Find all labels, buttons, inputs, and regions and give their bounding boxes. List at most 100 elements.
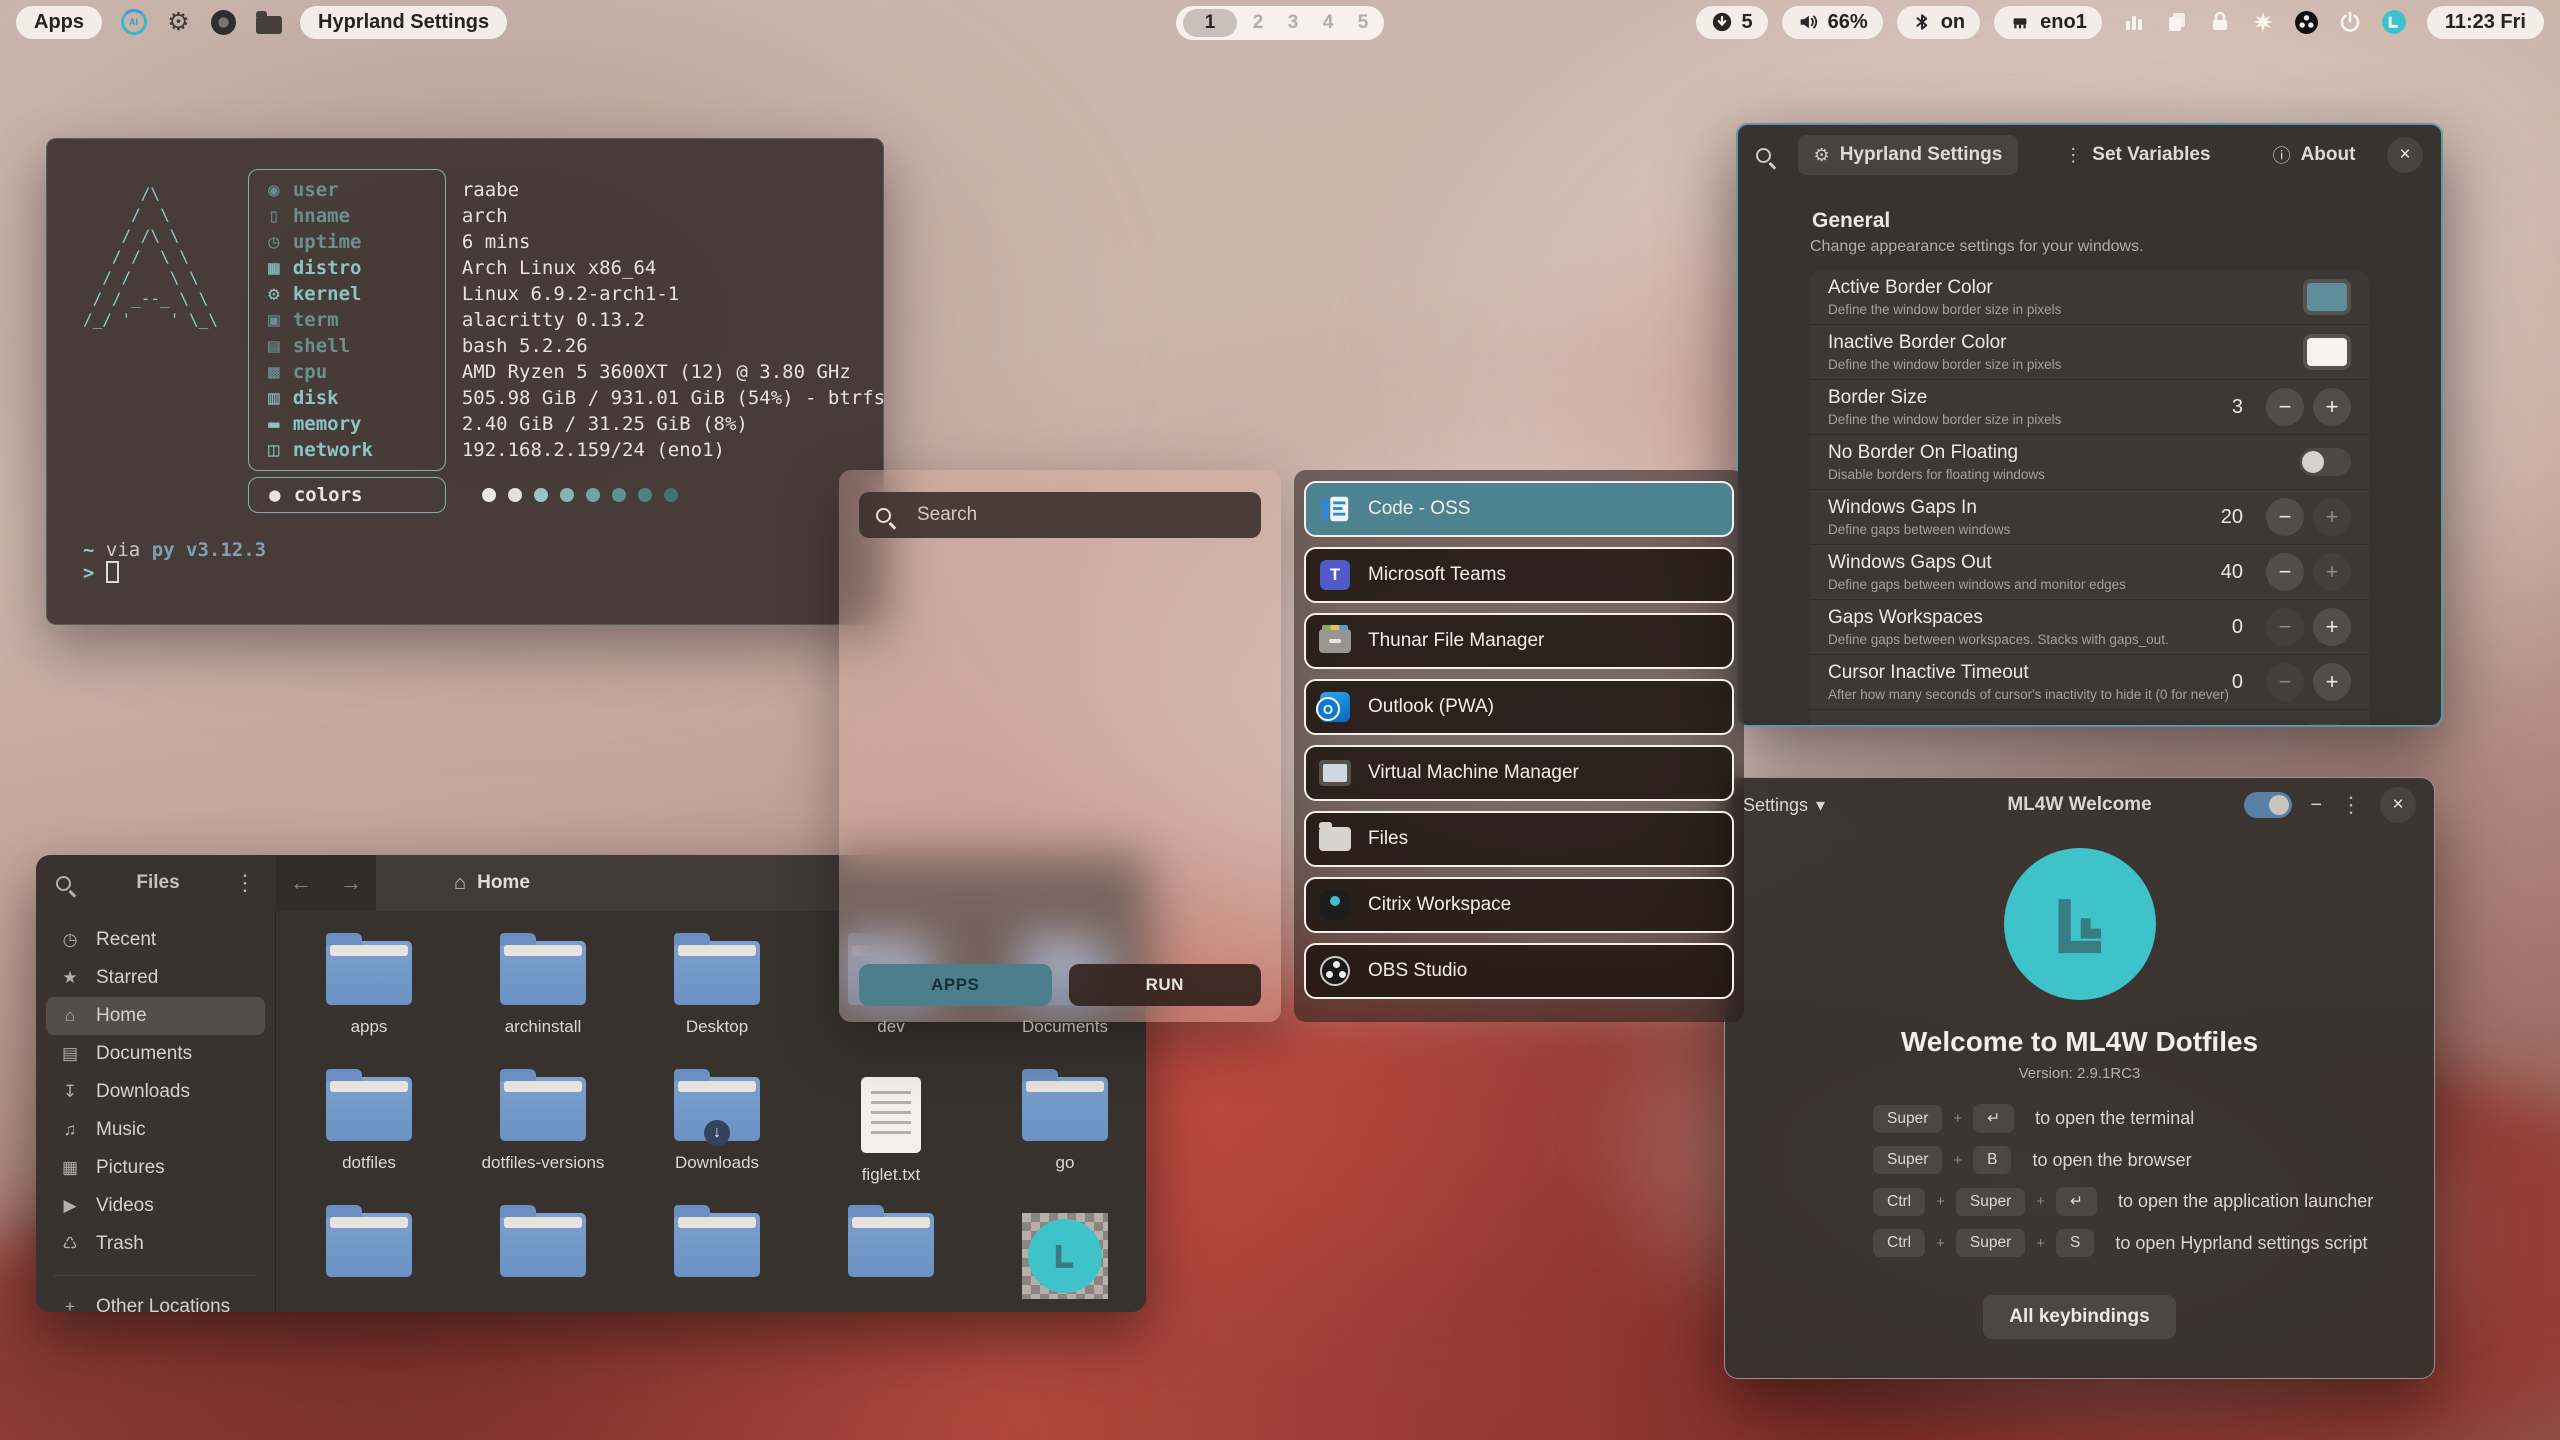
file-item-downloads[interactable]: ↓Downloads bbox=[630, 1077, 804, 1213]
tab-hyprland-settings[interactable]: ⚙Hyprland Settings bbox=[1798, 135, 2019, 175]
launcher-search-input[interactable]: Search bbox=[859, 492, 1261, 538]
forward-arrow-icon[interactable]: → bbox=[340, 870, 362, 896]
sidebar-item-other-locations[interactable]: +Other Locations bbox=[46, 1288, 265, 1312]
plus-button[interactable]: + bbox=[2313, 608, 2351, 646]
welcome-settings-menu[interactable]: Settings ▾ bbox=[1743, 795, 1825, 816]
inactive-border-color-swatch[interactable] bbox=[2303, 334, 2351, 370]
pictures-icon: ▦ bbox=[59, 1158, 81, 1178]
minus-button[interactable]: − bbox=[2266, 388, 2304, 426]
file-item-folder[interactable] bbox=[630, 1213, 804, 1312]
thunar-icon bbox=[1318, 624, 1352, 658]
launcher-item-outlook[interactable]: Outlook (PWA) bbox=[1304, 679, 1734, 735]
power-icon[interactable] bbox=[2338, 10, 2362, 34]
folder-icon bbox=[500, 1213, 586, 1277]
sidebar-item-documents[interactable]: ▤Documents bbox=[46, 1035, 265, 1073]
minus-button[interactable]: − bbox=[2266, 608, 2304, 646]
file-item-archinstall[interactable]: archinstall bbox=[456, 941, 630, 1077]
file-item-folder[interactable] bbox=[456, 1213, 630, 1312]
updates-pill[interactable]: 5 bbox=[1696, 6, 1768, 39]
welcome-header-toggle[interactable] bbox=[2244, 792, 2292, 818]
workspace-button-4[interactable]: 4 bbox=[1314, 9, 1342, 37]
key-ctrl: Ctrl bbox=[1873, 1229, 1925, 1257]
file-item-figlet-txt[interactable]: figlet.txt bbox=[804, 1077, 978, 1213]
volume-pill[interactable]: 66% bbox=[1782, 6, 1883, 39]
file-item-folder[interactable] bbox=[804, 1213, 978, 1312]
minimize-icon[interactable]: − bbox=[2310, 794, 2322, 817]
minus-button[interactable]: − bbox=[2266, 663, 2304, 701]
welcome-menu-kebab-icon[interactable]: ⋮ bbox=[2340, 792, 2362, 818]
launcher-item-obs-studio[interactable]: OBS Studio bbox=[1304, 943, 1734, 999]
tab-about[interactable]: ⓘAbout bbox=[2257, 133, 2372, 177]
obs-tray-icon[interactable] bbox=[2294, 10, 2319, 35]
prompt-input-line[interactable]: > bbox=[83, 561, 847, 584]
host-icon: ▯ bbox=[264, 205, 284, 227]
sidebar-item-videos[interactable]: ▶Videos bbox=[46, 1187, 265, 1225]
file-item-go[interactable]: go bbox=[978, 1077, 1146, 1213]
plus-button[interactable]: + bbox=[2313, 553, 2351, 591]
sidebar-item-music[interactable]: ♫Music bbox=[46, 1111, 265, 1149]
launcher-item-thunar[interactable]: Thunar File Manager bbox=[1304, 613, 1734, 669]
clock[interactable]: 11:23 Fri bbox=[2427, 6, 2544, 39]
audio-mixer-icon[interactable] bbox=[2122, 10, 2146, 34]
no-border-floating-toggle[interactable] bbox=[2299, 448, 2351, 476]
tab-set-variables[interactable]: ⋮Set Variables bbox=[2048, 135, 2226, 175]
file-item-dotfiles-versions[interactable]: dotfiles-versions bbox=[456, 1077, 630, 1213]
settings-gear-tray-icon[interactable]: ⚙ bbox=[165, 9, 192, 36]
file-item-dotfiles[interactable]: dotfiles bbox=[282, 1077, 456, 1213]
active-window-title: Hyprland Settings bbox=[300, 6, 507, 39]
all-keybindings-button[interactable]: All keybindings bbox=[1983, 1295, 2175, 1339]
chromium-tray-icon[interactable] bbox=[210, 9, 237, 36]
key-super: Super bbox=[1873, 1146, 1942, 1174]
launcher-item-citrix-workspace[interactable]: Citrix Workspace bbox=[1304, 877, 1734, 933]
active-border-color-swatch[interactable] bbox=[2303, 279, 2351, 315]
settings-close-button[interactable]: × bbox=[2387, 137, 2423, 173]
minus-button[interactable]: − bbox=[2266, 553, 2304, 591]
plus-button[interactable]: + bbox=[2313, 663, 2351, 701]
welcome-close-button[interactable]: × bbox=[2380, 787, 2416, 823]
file-item-ml4w-image[interactable] bbox=[978, 1213, 1146, 1312]
burst-star-icon[interactable] bbox=[2251, 10, 2275, 34]
workspace-button-5[interactable]: 5 bbox=[1349, 9, 1377, 37]
apps-menu-button[interactable]: Apps bbox=[16, 6, 102, 39]
launcher-item-files[interactable]: Files bbox=[1304, 811, 1734, 867]
sidebar-item-home[interactable]: ⌂Home bbox=[46, 997, 265, 1035]
files-search-icon[interactable] bbox=[56, 876, 82, 891]
setting-title: Border Size bbox=[1828, 387, 2232, 409]
network-pill[interactable]: eno1 bbox=[1994, 6, 2102, 39]
download-emblem-icon: ↓ bbox=[704, 1120, 730, 1146]
files-menu-kebab-icon[interactable]: ⋮ bbox=[234, 870, 256, 896]
file-item-apps[interactable]: apps bbox=[282, 941, 456, 1077]
workspace-button-3[interactable]: 3 bbox=[1279, 9, 1307, 37]
ml4w-tray-icon[interactable] bbox=[2381, 9, 2407, 35]
workspace-button-2[interactable]: 2 bbox=[1244, 9, 1272, 37]
file-item-desktop[interactable]: Desktop bbox=[630, 941, 804, 1077]
plus-button[interactable]: + bbox=[2313, 498, 2351, 536]
sidebar-item-pictures[interactable]: ▦Pictures bbox=[46, 1149, 265, 1187]
sidebar-item-starred[interactable]: ★Starred bbox=[46, 959, 265, 997]
settings-search-icon[interactable] bbox=[1756, 148, 1782, 163]
plus-button[interactable]: + bbox=[2313, 388, 2351, 426]
sidebar-item-trash[interactable]: ♺Trash bbox=[46, 1225, 265, 1263]
file-manager-tray-icon[interactable] bbox=[255, 9, 282, 36]
minus-button[interactable]: − bbox=[2266, 498, 2304, 536]
sidebar-item-downloads[interactable]: ↧Downloads bbox=[46, 1073, 265, 1111]
launcher-item-microsoft-teams[interactable]: T Microsoft Teams bbox=[1304, 547, 1734, 603]
launcher-run-tab-button[interactable]: RUN bbox=[1069, 964, 1262, 1006]
sidebar-item-recent[interactable]: ◷Recent bbox=[46, 921, 265, 959]
sidebar-label: Starred bbox=[96, 967, 158, 989]
bluetooth-pill[interactable]: on bbox=[1897, 6, 1980, 39]
settings-section-title: General bbox=[1812, 209, 2367, 233]
launcher-apps-tab-button[interactable]: APPS bbox=[859, 964, 1052, 1006]
folder-icon bbox=[500, 941, 586, 1005]
key-b: B bbox=[1973, 1146, 2011, 1174]
no-focus-fallback-toggle[interactable] bbox=[2299, 724, 2351, 728]
fetch-value: Arch Linux x86_64 bbox=[426, 257, 656, 279]
workspace-button-1[interactable]: 1 bbox=[1183, 9, 1237, 37]
launcher-item-code-oss[interactable]: Code - OSS bbox=[1304, 481, 1734, 537]
back-arrow-icon[interactable]: ← bbox=[290, 870, 312, 896]
lock-icon[interactable] bbox=[2208, 10, 2232, 34]
file-item-folder[interactable] bbox=[282, 1213, 456, 1312]
ai-updater-tray-icon[interactable]: AI bbox=[120, 9, 147, 36]
clipboard-icon[interactable] bbox=[2165, 10, 2189, 34]
launcher-item-virtual-machine-manager[interactable]: Virtual Machine Manager bbox=[1304, 745, 1734, 801]
